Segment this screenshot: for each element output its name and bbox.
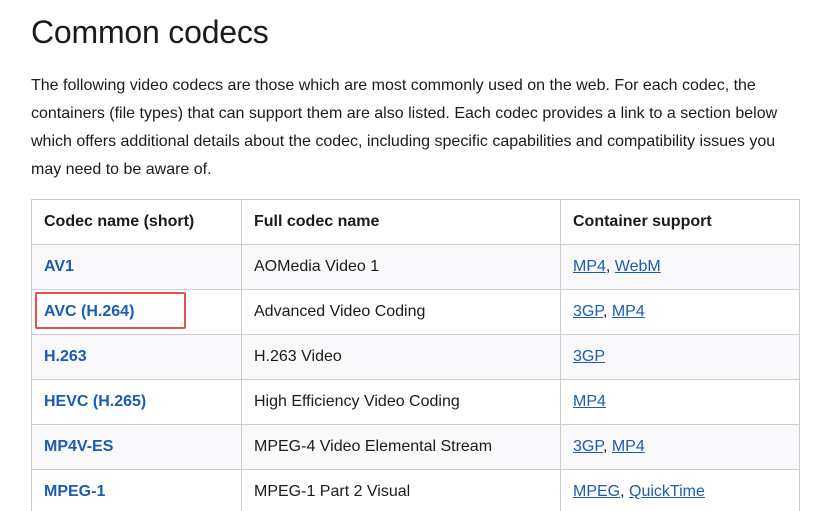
container-link-mp4[interactable]: MP4 (612, 303, 645, 320)
codec-link-mpeg1[interactable]: MPEG-1 (44, 483, 105, 500)
table-row: H.263 H.263 Video 3GP (31, 334, 800, 380)
container-link-webm[interactable]: WebM (615, 258, 661, 275)
header-codec-short: Codec name (short) (31, 199, 242, 245)
separator: , (602, 303, 612, 320)
codecs-table: Codec name (short) Full codec name Conta… (31, 199, 800, 511)
separator: , (602, 438, 612, 455)
table-row: AVC (H.264) Advanced Video Coding 3GP, M… (31, 289, 800, 335)
container-link-3gp[interactable]: 3GP (573, 348, 605, 365)
container-link-3gp[interactable]: 3GP (573, 438, 603, 455)
container-link-mp4[interactable]: MP4 (573, 393, 606, 410)
codec-full-cell: MPEG-1 Part 2 Visual (241, 469, 561, 511)
intro-paragraph: The following video codecs are those whi… (31, 77, 778, 178)
table-row: HEVC (H.265) High Efficiency Video Codin… (31, 379, 800, 425)
container-cell: MP4, WebM (560, 244, 800, 290)
codec-short-cell: AVC (H.264) (31, 289, 242, 335)
separator: , (605, 258, 615, 275)
container-link-mpeg[interactable]: MPEG (573, 483, 620, 500)
table-row: AV1 AOMedia Video 1 MP4, WebM (31, 244, 800, 290)
table-header-row: Codec name (short) Full codec name Conta… (31, 199, 800, 245)
codec-short-cell: AV1 (31, 244, 242, 290)
container-link-quicktime[interactable]: QuickTime (629, 483, 705, 500)
codec-full-cell: H.263 Video (241, 334, 561, 380)
codec-short-cell: HEVC (H.265) (31, 379, 242, 425)
codec-short-cell: H.263 (31, 334, 242, 380)
codec-full-cell: MPEG-4 Video Elemental Stream (241, 424, 561, 470)
table-row: MP4V-ES MPEG-4 Video Elemental Stream 3G… (31, 424, 800, 470)
codec-full-cell: Advanced Video Coding (241, 289, 561, 335)
container-link-3gp[interactable]: 3GP (573, 303, 603, 320)
container-cell: 3GP, MP4 (560, 289, 800, 335)
table-row: MPEG-1 MPEG-1 Part 2 Visual MPEG, QuickT… (31, 469, 800, 511)
codec-link-mp4v-es[interactable]: MP4V-ES (44, 438, 113, 455)
container-cell: 3GP (560, 334, 800, 380)
separator: , (620, 483, 630, 500)
container-link-mp4[interactable]: MP4 (573, 258, 606, 275)
codec-short-cell: MPEG-1 (31, 469, 242, 511)
codec-link-av1[interactable]: AV1 (44, 258, 74, 275)
codec-link-hevc[interactable]: HEVC (H.265) (44, 393, 146, 410)
container-link-mp4[interactable]: MP4 (612, 438, 645, 455)
container-cell: MP4 (560, 379, 800, 425)
codec-full-cell: High Efficiency Video Coding (241, 379, 561, 425)
codec-link-avc[interactable]: AVC (H.264) (44, 303, 134, 320)
codec-full-cell: AOMedia Video 1 (241, 244, 561, 290)
container-cell: MPEG, QuickTime (560, 469, 800, 511)
container-cell: 3GP, MP4 (560, 424, 800, 470)
codec-short-cell: MP4V-ES (31, 424, 242, 470)
header-codec-full: Full codec name (241, 199, 561, 245)
page-title: Common codecs (31, 14, 269, 50)
header-container-support: Container support (560, 199, 800, 245)
codec-link-h263[interactable]: H.263 (44, 348, 87, 365)
